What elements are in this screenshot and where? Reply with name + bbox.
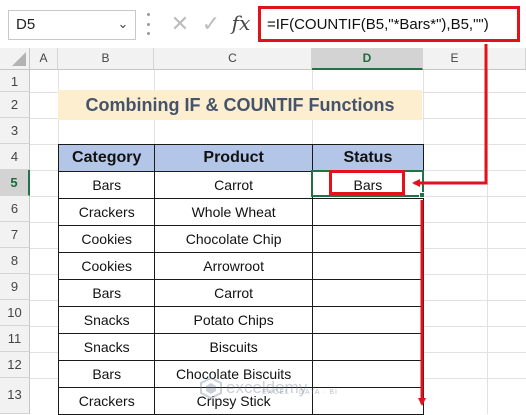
watermark-tagline: EXCEL · DATA · BI [262,389,338,396]
exceldemy-logo-icon [200,377,222,399]
formula-arrow [412,44,488,187]
annotation-arrows [412,44,488,406]
